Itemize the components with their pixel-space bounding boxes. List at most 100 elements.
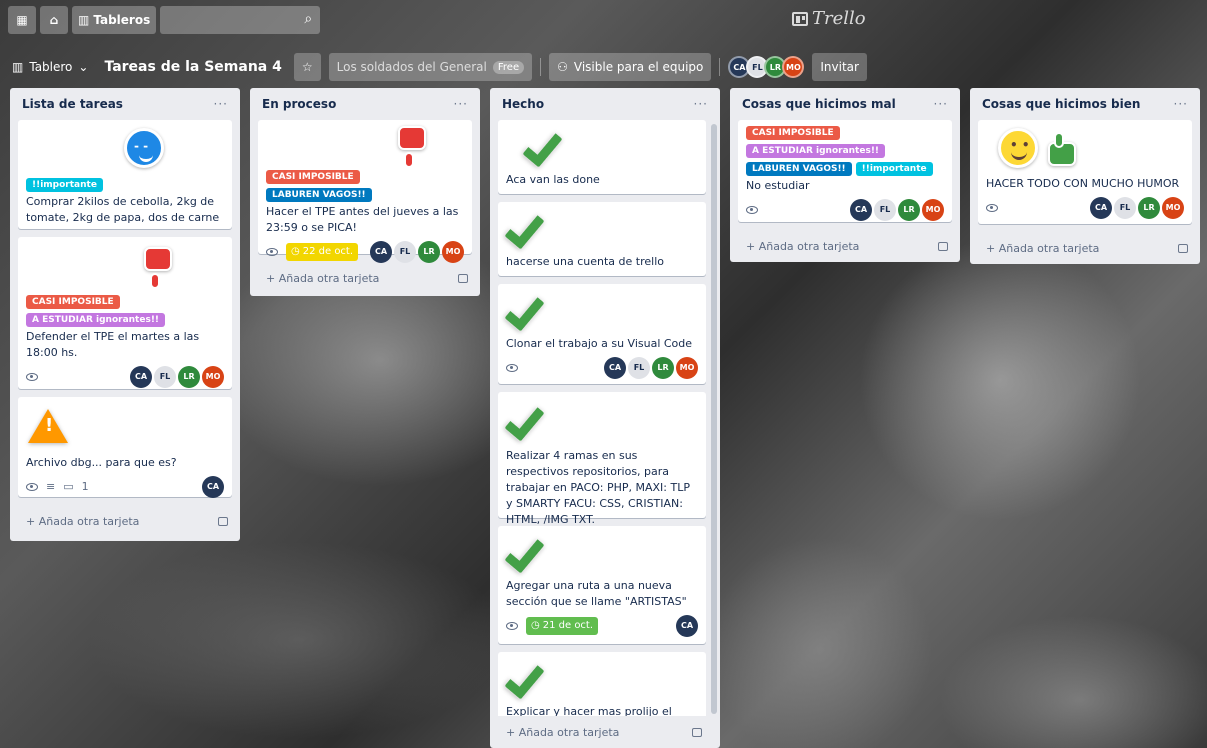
avatar[interactable]: CA xyxy=(1090,197,1112,219)
avatar[interactable]: CA xyxy=(676,615,698,637)
thumbs-down-icon xyxy=(136,243,176,289)
avatar[interactable]: LR xyxy=(652,357,674,379)
avatar[interactable]: CA xyxy=(202,476,224,498)
boards-button[interactable]: ▥ Tableros xyxy=(72,6,157,34)
card[interactable]: Explicar y hacer mas prolijo el xyxy=(498,652,706,716)
card-template-icon[interactable] xyxy=(1178,243,1188,253)
add-card-label: + Añada otra tarjeta xyxy=(986,241,1100,255)
avatar[interactable]: MO xyxy=(782,56,805,78)
avatar[interactable]: LR xyxy=(178,366,200,388)
list-menu-icon[interactable]: ··· xyxy=(1174,97,1188,111)
top-navigation-bar: ▦ ⌂ ▥ Tableros ⌕ Trello xyxy=(0,0,1207,40)
apps-grid-button[interactable]: ▦ xyxy=(8,6,36,34)
card[interactable]: CASI IMPOSIBLE A ESTUDIAR ignorantes!! D… xyxy=(18,237,232,389)
add-card-button[interactable]: + Añada otra tarjeta xyxy=(730,230,960,262)
card-template-icon[interactable] xyxy=(458,273,468,283)
boards-button-label: Tableros xyxy=(93,13,151,27)
due-date-badge[interactable]: ◷ 22 de oct. xyxy=(286,243,359,261)
avatar[interactable]: CA xyxy=(850,199,872,221)
blue-wink-face-icon xyxy=(124,128,164,168)
avatar[interactable]: LR xyxy=(1138,197,1160,219)
card[interactable]: HACER TODO CON MUCHO HUMOR CA FL LR MO xyxy=(978,120,1192,224)
card[interactable]: Agregar una ruta a una nueva sección que… xyxy=(498,526,706,644)
sticker xyxy=(266,126,464,170)
star-icon: ☆ xyxy=(301,60,313,74)
label-casi-imposible[interactable]: CASI IMPOSIBLE xyxy=(26,295,120,309)
avatar[interactable]: LR xyxy=(898,199,920,221)
avatar[interactable]: FL xyxy=(394,241,416,263)
card[interactable]: CASI IMPOSIBLE LABUREN VAGOS!! Hacer el … xyxy=(258,120,472,263)
label-importante[interactable]: !!importante xyxy=(26,178,103,192)
card[interactable]: Aca van las done xyxy=(498,120,706,194)
card[interactable]: Clonar el trabajo a su Visual Code CA FL… xyxy=(498,284,706,384)
add-card-button[interactable]: + Añada otra tarjeta xyxy=(970,232,1200,264)
card-template-icon[interactable] xyxy=(692,727,702,737)
home-button[interactable]: ⌂ xyxy=(40,6,68,34)
watch-eye-icon xyxy=(26,483,38,491)
list-scrollbar[interactable] xyxy=(711,124,717,714)
view-switcher-button[interactable]: ▥ Tablero ⌄ xyxy=(8,53,92,81)
list-title[interactable]: Cosas que hicimos bien xyxy=(982,97,1140,111)
label-laburen-vagos[interactable]: LABUREN VAGOS!! xyxy=(746,162,852,176)
avatar[interactable]: MO xyxy=(442,241,464,263)
card[interactable]: !!importante Comprar 2kilos de cebolla, … xyxy=(18,120,232,229)
watch-eye-icon xyxy=(506,364,518,372)
avatar[interactable]: MO xyxy=(922,199,944,221)
list-menu-icon[interactable]: ··· xyxy=(934,97,948,111)
list-title[interactable]: Lista de tareas xyxy=(22,97,123,111)
list-header[interactable]: Cosas que hicimos bien ··· xyxy=(970,88,1200,120)
label-laburen-vagos[interactable]: LABUREN VAGOS!! xyxy=(266,188,372,202)
list-header[interactable]: En proceso ··· xyxy=(250,88,480,120)
card-title: Clonar el trabajo a su Visual Code xyxy=(506,337,693,350)
list-title[interactable]: En proceso xyxy=(262,97,336,111)
search-input[interactable]: ⌕ xyxy=(160,6,321,34)
list-menu-icon[interactable]: ··· xyxy=(454,97,468,111)
label-casi-imposible[interactable]: CASI IMPOSIBLE xyxy=(266,170,360,184)
list-title[interactable]: Cosas que hicimos mal xyxy=(742,97,896,111)
avatar[interactable]: FL xyxy=(628,357,650,379)
list-menu-icon[interactable]: ··· xyxy=(694,97,708,111)
label-casi-imposible[interactable]: CASI IMPOSIBLE xyxy=(746,126,840,140)
sticker xyxy=(506,126,698,172)
label-a-estudiar[interactable]: A ESTUDIAR ignorantes!! xyxy=(26,313,166,327)
team-button[interactable]: Los soldados del General Free xyxy=(328,53,533,81)
card[interactable]: Archivo dbg... para que es? ≡ ▭ 1 CA xyxy=(18,397,232,498)
visibility-button[interactable]: ⚇ Visible para el equipo xyxy=(549,53,712,81)
list-header[interactable]: Hecho ··· xyxy=(490,88,720,120)
card[interactable]: Realizar 4 ramas en sus respectivos repo… xyxy=(498,392,706,526)
avatar[interactable]: FL xyxy=(154,366,176,388)
add-card-button[interactable]: + Añada otra tarjeta xyxy=(250,262,480,294)
card-template-icon[interactable] xyxy=(938,241,948,251)
avatar[interactable]: CA xyxy=(370,241,392,263)
list-header[interactable]: Cosas que hicimos mal ··· xyxy=(730,88,960,120)
avatar[interactable]: FL xyxy=(874,199,896,221)
avatar[interactable]: MO xyxy=(676,357,698,379)
card[interactable]: hacerse una cuenta de trello xyxy=(498,202,706,276)
invite-button[interactable]: Invitar xyxy=(812,53,867,81)
card-template-icon[interactable] xyxy=(218,516,228,526)
clock-icon: ◷ xyxy=(291,246,300,257)
trello-logo[interactable]: Trello xyxy=(792,8,866,29)
avatar[interactable]: MO xyxy=(202,366,224,388)
plan-badge: Free xyxy=(492,60,525,74)
avatar[interactable]: CA xyxy=(604,357,626,379)
card[interactable]: CASI IMPOSIBLE A ESTUDIAR ignorantes!! L… xyxy=(738,120,952,222)
card-title: Archivo dbg... para que es? xyxy=(26,456,177,469)
due-date-badge[interactable]: ◷ 21 de oct. xyxy=(526,617,599,635)
label-importante[interactable]: !!importante xyxy=(855,162,933,176)
card-title: Realizar 4 ramas en sus respectivos repo… xyxy=(506,449,690,526)
avatar[interactable]: FL xyxy=(1114,197,1136,219)
add-card-button[interactable]: + Añada otra tarjeta xyxy=(10,505,240,537)
sticker xyxy=(26,403,224,455)
add-card-button[interactable]: + Añada otra tarjeta xyxy=(490,716,720,748)
list-title[interactable]: Hecho xyxy=(502,97,544,111)
avatar[interactable]: CA xyxy=(130,366,152,388)
star-board-button[interactable]: ☆ xyxy=(293,53,321,81)
header-divider xyxy=(719,58,721,76)
board-title[interactable]: Tareas de la Semana 4 xyxy=(100,59,285,75)
list-menu-icon[interactable]: ··· xyxy=(214,97,228,111)
list-header[interactable]: Lista de tareas ··· xyxy=(10,88,240,120)
avatar[interactable]: LR xyxy=(418,241,440,263)
avatar[interactable]: MO xyxy=(1162,197,1184,219)
label-a-estudiar[interactable]: A ESTUDIAR ignorantes!! xyxy=(746,144,886,158)
